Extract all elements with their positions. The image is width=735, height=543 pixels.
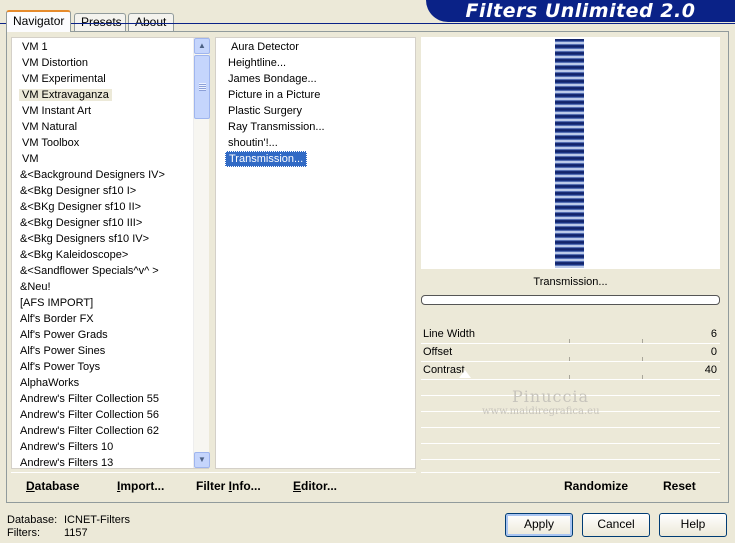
param-offset-slider[interactable]: Offset 0: [421, 344, 720, 362]
category-item[interactable]: Alf's Border FX: [12, 311, 192, 327]
category-item[interactable]: &<Background Designers IV>: [12, 167, 192, 183]
category-item[interactable]: VM: [12, 151, 192, 167]
filter-item[interactable]: James Bondage...: [216, 71, 415, 87]
category-item[interactable]: &<Sandflower Specials^v^ >: [12, 263, 192, 279]
category-item[interactable]: Andrew's Filters 10: [12, 439, 192, 455]
filter-list[interactable]: Aura Detector Heightline... James Bondage.…: [215, 37, 416, 469]
slider-ticks: [497, 375, 660, 379]
filter-item[interactable]: Picture in a Picture: [216, 87, 415, 103]
slider-ticks: [497, 339, 660, 343]
progress-bar: [421, 295, 720, 305]
database-label: Database:: [7, 514, 58, 526]
param-value: 40: [704, 364, 717, 376]
category-item[interactable]: Alf's Power Toys: [12, 359, 192, 375]
param-value: 0: [710, 346, 717, 358]
category-item[interactable]: VM Natural: [12, 119, 192, 135]
filter-item[interactable]: shoutin'!...: [216, 135, 415, 151]
param-label: Offset: [423, 346, 453, 358]
cancel-button[interactable]: Cancel: [582, 513, 650, 537]
category-item[interactable]: Andrew's Filter Collection 56: [12, 407, 192, 423]
category-item[interactable]: VM Toolbox: [12, 135, 192, 151]
category-item[interactable]: Andrew's Filters 13: [12, 455, 192, 468]
reset-button[interactable]: Reset: [663, 479, 696, 493]
help-button[interactable]: Help: [659, 513, 727, 537]
app-title-banner: Filters Unlimited 2.0: [426, 0, 735, 22]
category-item[interactable]: &<Bkg Kaleidoscope>: [12, 247, 192, 263]
category-list[interactable]: VM 1 VM Distortion VM Experimental VM Extra…: [12, 38, 192, 468]
category-scrollbar[interactable]: ▲ ▼: [193, 38, 210, 468]
filter-item[interactable]: Transmission...: [216, 151, 415, 167]
param-label: Line Width: [423, 328, 475, 340]
apply-button[interactable]: Apply: [505, 513, 573, 537]
parameter-sliders: Line Width 6 Offset 0 Contrast 40: [421, 326, 720, 380]
database-button[interactable]: Database: [26, 479, 79, 493]
scroll-up-button[interactable]: ▲: [194, 38, 210, 54]
category-item[interactable]: AlphaWorks: [12, 375, 192, 391]
filter-item[interactable]: Heightline...: [216, 55, 415, 71]
category-item[interactable]: Alf's Power Sines: [12, 343, 192, 359]
filter-item[interactable]: Plastic Surgery: [216, 103, 415, 119]
category-item[interactable]: &<Bkg Designer sf10 III>: [12, 215, 192, 231]
category-item[interactable]: &<Bkg Designer sf10 I>: [12, 183, 192, 199]
filter-item[interactable]: Aura Detector: [216, 39, 415, 55]
param-value: 6: [710, 328, 717, 340]
category-item[interactable]: VM Extravaganza: [12, 87, 192, 103]
scroll-down-button[interactable]: ▼: [194, 452, 210, 468]
watermark-name: Pinuccia: [512, 387, 590, 406]
category-item[interactable]: Alf's Power Grads: [12, 327, 192, 343]
list-toolbar: Database Import... Filter Info... Editor…: [11, 472, 416, 498]
scroll-thumb[interactable]: [194, 55, 210, 119]
watermark-url: www.maidiregrafica.eu: [482, 406, 600, 417]
status-area: Database: ICNET-Filters Filters: 1157: [7, 514, 130, 540]
filters-label: Filters:: [7, 527, 40, 539]
category-item[interactable]: &<BKg Designer sf10 II>: [12, 199, 192, 215]
import-button[interactable]: Import...: [117, 479, 164, 493]
grip-icon: [199, 83, 206, 91]
filter-info-button[interactable]: Filter Info...: [196, 479, 261, 493]
editor-button[interactable]: Editor...: [293, 479, 337, 493]
category-item[interactable]: Andrew's Filter Collection 62: [12, 423, 192, 439]
randomize-button[interactable]: Randomize: [564, 479, 628, 493]
category-item[interactable]: VM Experimental: [12, 71, 192, 87]
filter-item[interactable]: Ray Transmission...: [216, 119, 415, 135]
preview-filter-name: Transmission...: [533, 276, 608, 288]
filters-count: 1157: [64, 527, 88, 539]
category-item[interactable]: [AFS IMPORT]: [12, 295, 192, 311]
slider-pointer-icon[interactable]: [459, 370, 471, 378]
slider-ticks: [497, 357, 660, 361]
category-item[interactable]: &<Bkg Designers sf10 IV>: [12, 231, 192, 247]
tab-navigator[interactable]: Navigator: [6, 10, 71, 32]
category-item[interactable]: VM 1: [12, 39, 192, 55]
database-value: ICNET-Filters: [64, 514, 130, 526]
preview-panel: [421, 37, 720, 269]
category-item[interactable]: Andrew's Filter Collection 55: [12, 391, 192, 407]
category-item[interactable]: VM Distortion: [12, 55, 192, 71]
category-item[interactable]: &Neu!: [12, 279, 192, 295]
preview-toolbar: Randomize Reset: [421, 472, 720, 498]
category-list-panel: VM 1 VM Distortion VM Experimental VM Extra…: [11, 37, 210, 469]
banner-divider: [0, 23, 735, 24]
param-line-width-slider[interactable]: Line Width 6: [421, 326, 720, 344]
category-item[interactable]: VM Instant Art: [12, 103, 192, 119]
preview-image: [555, 39, 584, 268]
